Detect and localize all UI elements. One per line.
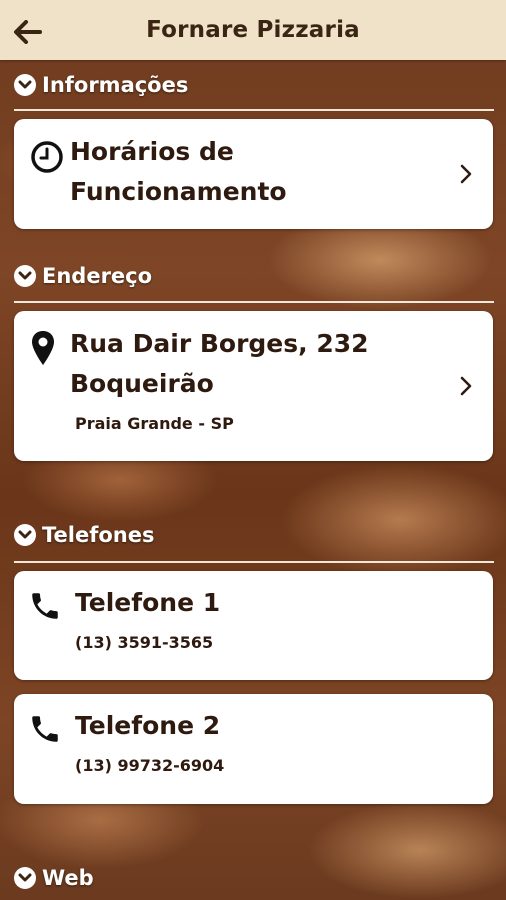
phone-label: Telefone 1 (75, 588, 221, 617)
section-header-web[interactable]: Web (14, 866, 94, 890)
hours-card[interactable]: Horários de Funcionamento (14, 119, 493, 229)
phone-icon (32, 716, 58, 742)
page-title: Fornare Pizzaria (146, 17, 360, 43)
section-divider (14, 561, 494, 563)
arrow-left-icon (14, 20, 42, 44)
hours-title-line1: Horários de (70, 137, 234, 166)
section-header-phones[interactable]: Telefones (14, 523, 154, 547)
section-header-address[interactable]: Endereço (14, 264, 152, 288)
section-label: Informações (42, 73, 189, 97)
chevron-right-icon (460, 164, 472, 184)
section-divider (14, 301, 494, 303)
phone-card-2[interactable]: Telefone 2 (13) 99732-6904 (14, 694, 493, 804)
clock-icon (31, 141, 63, 173)
section-label: Endereço (42, 264, 153, 288)
app-header: Fornare Pizzaria (0, 0, 506, 60)
section-header-info[interactable]: Informações (14, 73, 188, 97)
address-card[interactable]: Rua Dair Borges, 232 Boqueirão Praia Gra… (14, 311, 493, 461)
chevron-right-icon (460, 376, 472, 396)
chevron-down-icon (14, 867, 36, 889)
address-line2: Boqueirão (70, 369, 214, 398)
chevron-down-icon (14, 74, 36, 96)
chevron-down-icon (14, 524, 36, 546)
phone-number: (13) 3591-3565 (75, 633, 214, 652)
section-label: Web (42, 866, 94, 890)
section-divider (14, 109, 494, 111)
back-button[interactable] (10, 14, 46, 50)
phone-card-1[interactable]: Telefone 1 (13) 3591-3565 (14, 571, 493, 680)
address-line1: Rua Dair Borges, 232 (70, 329, 369, 358)
phone-number: (13) 99732-6904 (75, 756, 225, 775)
chevron-down-icon (14, 265, 36, 287)
hours-title-line2: Funcionamento (70, 177, 287, 206)
phone-label: Telefone 2 (75, 711, 221, 740)
phone-icon (32, 593, 58, 619)
section-label: Telefones (42, 523, 155, 547)
map-pin-icon (32, 331, 54, 365)
address-city: Praia Grande - SP (75, 414, 234, 433)
